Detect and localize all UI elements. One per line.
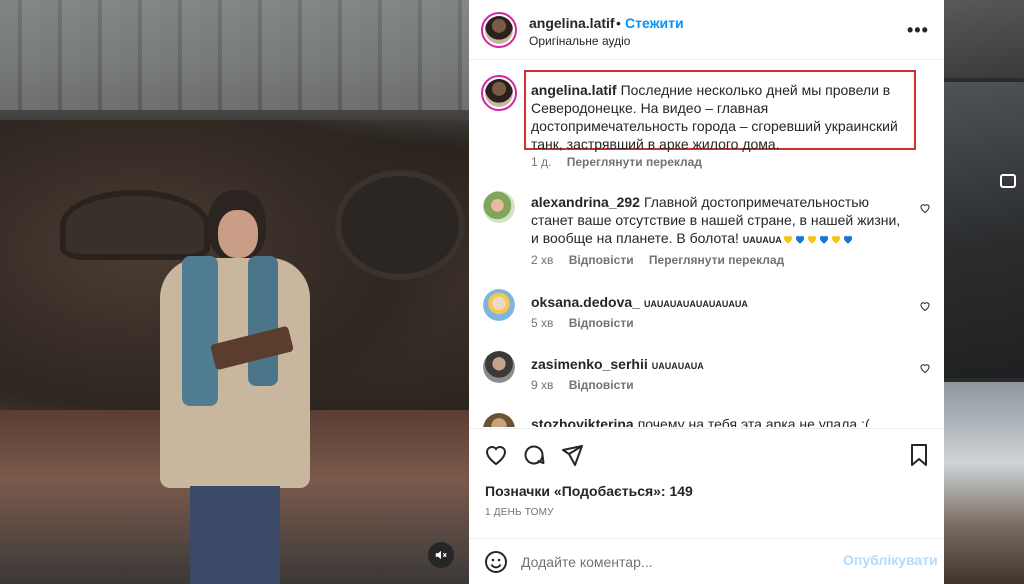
comment-text-block: stozhovikterina почему на тебя эта арка н… <box>531 415 911 427</box>
comment-text-block: zasimenko_serhii UAUAUAUA <box>531 355 911 375</box>
see-translation-button[interactable]: Переглянути переклад <box>567 155 702 169</box>
speaker-muted-icon <box>435 550 447 560</box>
comment-age[interactable]: 2 хв <box>531 253 553 267</box>
comment-username[interactable]: zasimenko_serhii <box>531 356 648 372</box>
paper-plane-icon <box>562 445 583 466</box>
blue-heart-icon <box>843 235 852 244</box>
flag-text: UAUAUA <box>742 235 782 245</box>
like-comment-button[interactable] <box>919 299 931 312</box>
heart-icon <box>920 364 930 374</box>
feed-thumbnail[interactable] <box>944 82 1024 378</box>
comment-age[interactable]: 9 хв <box>531 378 553 392</box>
blue-heart-icon <box>795 235 804 244</box>
scarf <box>248 256 278 386</box>
blue-heart-icon <box>819 235 828 244</box>
comments-list[interactable]: angelina.latif Последние несколько дней м… <box>469 61 944 427</box>
yellow-heart-icon <box>807 235 816 244</box>
speech-bubble-icon <box>524 445 545 465</box>
post-modal: angelina.latif • Стежити Оригінальне ауд… <box>0 0 944 584</box>
post-panel: angelina.latif • Стежити Оригінальне ауд… <box>469 0 944 584</box>
mute-button[interactable] <box>428 542 454 568</box>
save-button[interactable] <box>907 443 931 467</box>
like-comment-button[interactable] <box>919 361 931 374</box>
woman-reading <box>160 190 310 584</box>
avatar[interactable] <box>481 75 517 111</box>
comment-input[interactable] <box>521 551 821 573</box>
avatar[interactable] <box>483 413 515 427</box>
heart-icon <box>920 204 930 214</box>
face <box>218 210 258 258</box>
jeans <box>190 486 280 584</box>
avatar[interactable] <box>483 191 515 223</box>
bookmark-icon <box>911 444 927 466</box>
comment-text-block: alexandrina_292 Главной достопримечательн… <box>531 193 911 249</box>
comment-button[interactable] <box>522 443 546 467</box>
follow-button[interactable]: Стежити <box>625 15 684 31</box>
yellow-heart-icon <box>831 235 840 244</box>
comment-username[interactable]: alexandrina_292 <box>531 194 640 210</box>
comment-meta: 2 хв Відповісти Переглянути переклад <box>531 253 796 267</box>
reels-icon <box>1000 174 1016 188</box>
reply-button[interactable]: Відповісти <box>569 316 634 330</box>
share-button[interactable] <box>560 443 584 467</box>
post-timestamp[interactable]: 1 ДЕНЬ ТОМУ <box>485 507 554 518</box>
comment-age[interactable]: 5 хв <box>531 316 553 330</box>
flag-text: UAUAUAUAUAUAUAUA <box>643 299 748 309</box>
post-actions: Позначки «Подобається»: 149 1 ДЕНЬ ТОМУ <box>469 428 944 538</box>
heart-icon <box>485 446 507 466</box>
comment-username[interactable]: oksana.dedova_ <box>531 294 640 310</box>
comment-text-block: oksana.dedova_ UAUAUAUAUAUAUAUA <box>531 293 911 313</box>
heart-icon <box>920 302 930 312</box>
caption-age[interactable]: 1 д. <box>531 155 551 169</box>
like-button[interactable] <box>484 443 508 467</box>
audio-label[interactable]: Оригінальне аудіо <box>529 34 630 48</box>
avatar[interactable] <box>483 351 515 383</box>
flag-text: UAUAUAUA <box>651 361 704 371</box>
emoji-button[interactable] <box>484 550 508 574</box>
comment-text: почему на тебя эта арка не упала :( <box>637 416 870 427</box>
reply-button[interactable]: Відповісти <box>569 378 634 392</box>
tank-wheel <box>335 170 465 280</box>
caption-username[interactable]: angelina.latif <box>531 82 617 98</box>
comment-meta: 5 хв Відповісти <box>531 316 646 330</box>
scarf <box>182 256 218 406</box>
add-comment-bar: Опублікувати <box>469 538 944 584</box>
likes-count[interactable]: Позначки «Подобається»: 149 <box>485 483 693 499</box>
like-comment-button[interactable] <box>919 201 931 214</box>
heart-emoji-row <box>782 230 854 246</box>
avatar[interactable] <box>483 289 515 321</box>
background-feed <box>944 0 1024 584</box>
caption-meta: 1 д. Переглянути переклад <box>531 155 714 169</box>
comment-meta: 9 хв Відповісти <box>531 378 646 392</box>
smiley-icon <box>485 551 507 573</box>
feed-thumbnail[interactable] <box>944 382 1024 584</box>
more-options-button[interactable]: ••• <box>907 20 929 41</box>
yellow-heart-icon <box>783 235 792 244</box>
publish-button[interactable]: Опублікувати <box>843 552 938 568</box>
ruined-building <box>0 0 469 110</box>
comment-username[interactable]: stozhovikterina <box>531 416 634 427</box>
post-author-username[interactable]: angelina.latif <box>529 15 615 31</box>
avatar[interactable] <box>481 12 517 48</box>
post-header: angelina.latif • Стежити Оригінальне ауд… <box>469 0 944 60</box>
separator-dot: • <box>616 15 621 31</box>
feed-thumbnail[interactable] <box>944 0 1024 78</box>
caption-text-block: angelina.latif Последние несколько дней м… <box>531 81 911 153</box>
post-video[interactable] <box>0 0 469 584</box>
reply-button[interactable]: Відповісти <box>569 253 634 267</box>
see-translation-button[interactable]: Переглянути переклад <box>649 253 784 267</box>
